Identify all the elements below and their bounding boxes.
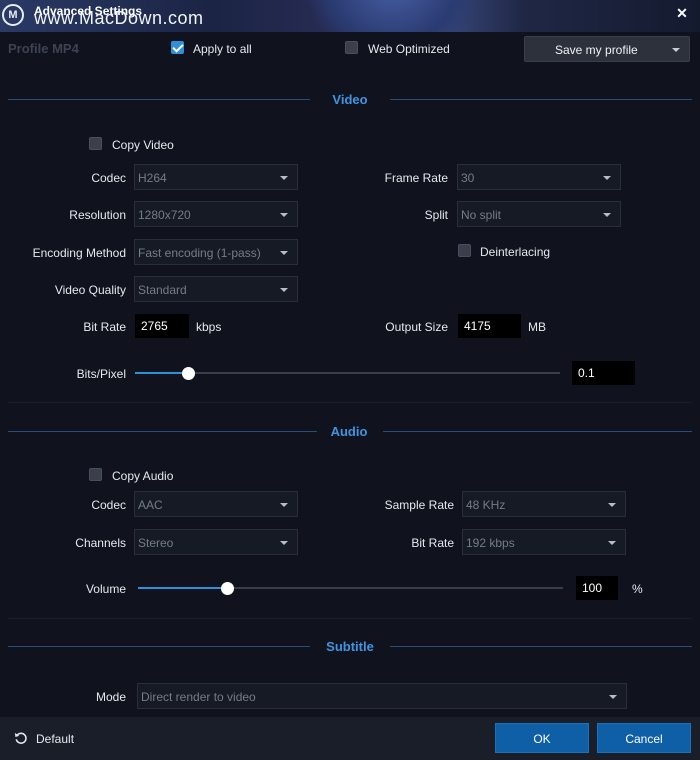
audio-bit-rate-select[interactable]: 192 kbps [462, 529, 626, 555]
cancel-button[interactable]: Cancel [597, 723, 691, 753]
profile-label: Profile MP4 [8, 41, 79, 56]
video-bit-rate-label: Bit Rate [83, 320, 126, 334]
video-codec-select[interactable]: H264 [134, 164, 298, 190]
chevron-down-icon [280, 288, 288, 292]
chevron-down-icon [280, 213, 288, 217]
subtitle-section-title: Subtitle [326, 639, 374, 654]
chevron-down-icon [603, 176, 611, 180]
title-bar-artwork [298, 0, 488, 32]
subtitle-mode-value: Direct render to video [141, 690, 256, 704]
reset-icon[interactable] [14, 731, 28, 745]
video-codec-value: H264 [138, 171, 167, 185]
volume-unit: % [632, 582, 643, 596]
audio-bit-rate-label: Bit Rate [411, 536, 454, 550]
video-bit-rate-unit: kbps [196, 320, 222, 334]
dialog-footer [0, 717, 700, 760]
audio-codec-label: Codec [91, 498, 126, 512]
video-quality-value: Standard [138, 283, 187, 297]
copy-audio-checkbox[interactable] [89, 468, 102, 481]
chevron-down-icon [280, 176, 288, 180]
encoding-method-value: Fast encoding (1-pass) [138, 246, 261, 260]
section-divider-right [383, 431, 692, 432]
audio-codec-select[interactable]: AAC [134, 491, 298, 517]
output-size-label: Output Size [385, 320, 448, 334]
section-separator [8, 618, 692, 619]
deinterlacing-label: Deinterlacing [480, 245, 551, 259]
save-profile-label: Save my profile [555, 43, 638, 57]
chevron-down-icon [672, 48, 680, 52]
section-divider-right [390, 99, 692, 100]
channels-select[interactable]: Stereo [134, 529, 298, 555]
split-label: Split [424, 208, 448, 222]
copy-video-checkbox[interactable] [89, 137, 102, 150]
web-optimized-label: Web Optimized [368, 42, 450, 56]
bits-per-pixel-slider-thumb[interactable] [181, 367, 195, 380]
bits-per-pixel-slider-fill [135, 372, 189, 374]
frame-rate-select[interactable]: 30 [457, 164, 621, 190]
bits-per-pixel-label: Bits/Pixel [76, 367, 126, 381]
sample-rate-select[interactable]: 48 KHz [462, 491, 626, 517]
section-divider-left [8, 646, 310, 647]
app-logo-icon: M [2, 4, 24, 26]
close-icon[interactable]: ✕ [670, 2, 694, 24]
apply-to-all-checkbox[interactable] [171, 41, 184, 54]
encoding-method-select[interactable]: Fast encoding (1-pass) [134, 239, 298, 265]
output-size-unit: MB [528, 320, 546, 334]
output-size-input[interactable] [458, 314, 521, 338]
audio-bit-rate-value: 192 kbps [466, 536, 515, 550]
audio-section-title: Audio [330, 424, 368, 439]
video-section-title: Video [332, 92, 368, 107]
default-button[interactable]: Default [36, 732, 74, 746]
section-divider-left [8, 99, 310, 100]
sample-rate-label: Sample Rate [384, 498, 454, 512]
chevron-down-icon [608, 503, 616, 507]
video-codec-label: Codec [91, 171, 126, 185]
resolution-label: Resolution [69, 208, 126, 222]
volume-slider-fill [138, 587, 228, 589]
copy-video-label: Copy Video [112, 138, 174, 152]
volume-slider-thumb[interactable] [220, 582, 234, 595]
chevron-down-icon [280, 503, 288, 507]
split-select[interactable]: No split [457, 201, 621, 227]
chevron-down-icon [280, 251, 288, 255]
subtitle-mode-label: Mode [95, 690, 126, 704]
chevron-down-icon [609, 695, 617, 699]
bits-per-pixel-slider-track[interactable] [135, 372, 560, 374]
video-quality-label: Video Quality [54, 283, 126, 297]
copy-audio-label: Copy Audio [112, 469, 174, 483]
section-divider-left [8, 431, 317, 432]
watermark-text: www.MacDown.com [34, 8, 204, 28]
volume-input[interactable] [576, 576, 618, 600]
channels-label: Channels [75, 536, 126, 550]
resolution-value: 1280x720 [138, 208, 191, 222]
bits-per-pixel-input[interactable] [572, 361, 635, 385]
apply-to-all-label: Apply to all [193, 42, 252, 56]
deinterlacing-checkbox[interactable] [458, 244, 471, 257]
ok-button[interactable]: OK [495, 723, 589, 753]
channels-value: Stereo [138, 536, 174, 550]
subtitle-mode-select[interactable]: Direct render to video [137, 683, 627, 709]
chevron-down-icon [280, 541, 288, 545]
volume-label: Volume [85, 582, 126, 596]
web-optimized-checkbox[interactable] [345, 41, 358, 54]
resolution-select[interactable]: 1280x720 [134, 201, 298, 227]
encoding-method-label: Encoding Method [32, 246, 126, 260]
section-divider-right [390, 646, 692, 647]
sample-rate-value: 48 KHz [466, 498, 506, 512]
chevron-down-icon [608, 541, 616, 545]
chevron-down-icon [603, 213, 611, 217]
frame-rate-label: Frame Rate [384, 171, 448, 185]
split-value: No split [461, 208, 502, 222]
video-bit-rate-input[interactable] [135, 314, 189, 338]
save-profile-button[interactable]: Save my profile [524, 36, 690, 62]
section-separator [8, 402, 692, 403]
video-quality-select[interactable]: Standard [134, 276, 298, 302]
audio-codec-value: AAC [138, 498, 163, 512]
frame-rate-value: 30 [461, 171, 475, 185]
